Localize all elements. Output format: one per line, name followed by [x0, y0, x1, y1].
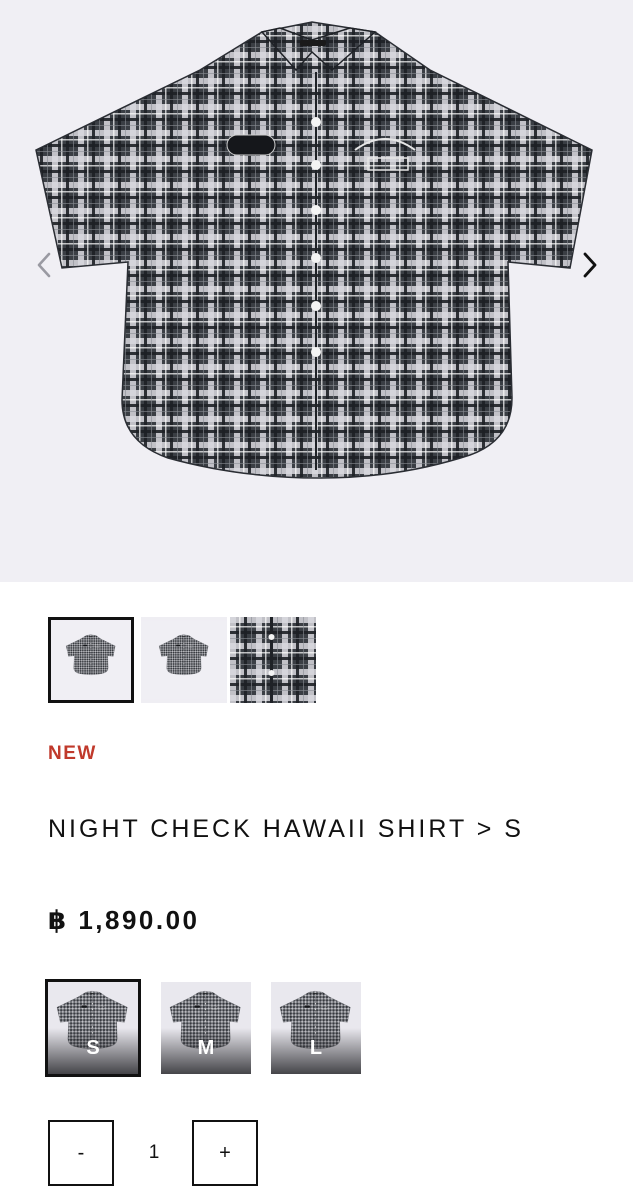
thumbnail-back[interactable] [141, 617, 227, 703]
quantity-decrease-button[interactable]: - [48, 1120, 114, 1186]
variant-label: L [309, 1037, 323, 1059]
product-price: ฿ 1,890.00 [48, 905, 200, 935]
quantity-stepper: - 1 + [48, 1120, 262, 1190]
variant-label: M [197, 1037, 215, 1059]
quantity-increase-button[interactable]: + [192, 1120, 258, 1186]
new-badge: NEW [48, 743, 97, 764]
quantity-input[interactable]: 1 [116, 1120, 192, 1186]
product-title: NIGHT CHECK HAWAII SHIRT > S [48, 815, 524, 843]
variant-label: S [86, 1037, 100, 1059]
gallery-next-button[interactable] [572, 245, 608, 285]
thumbnail-detail[interactable] [230, 617, 316, 703]
thumbnail-front[interactable] [48, 617, 134, 703]
product-main-image [0, 0, 633, 582]
gallery-prev-button[interactable] [26, 245, 62, 285]
variant-size-s[interactable]: S [45, 979, 141, 1077]
chevron-right-icon [583, 252, 597, 278]
variant-size-m[interactable]: M [161, 982, 251, 1074]
product-image-gallery[interactable] [0, 0, 633, 582]
chevron-left-icon [37, 252, 51, 278]
variant-size-l[interactable]: L [271, 982, 361, 1074]
